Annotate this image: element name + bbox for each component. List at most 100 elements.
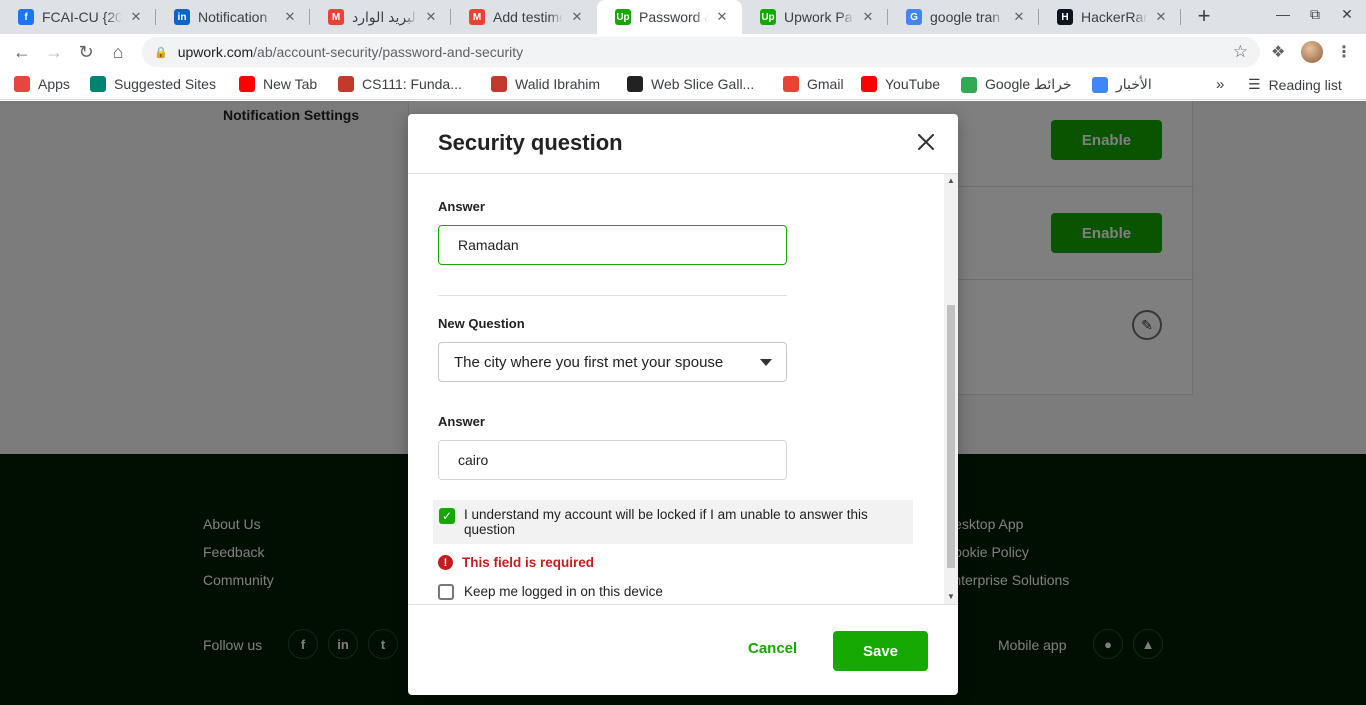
browser-tab[interactable]: Up Password & ✕ bbox=[597, 0, 742, 34]
new-question-select[interactable]: The city where you first met your spouse bbox=[438, 342, 787, 382]
browser-tab-title: Add testimo bbox=[493, 9, 563, 25]
upwork-icon: Up bbox=[760, 9, 776, 25]
youtube-icon bbox=[861, 76, 877, 92]
close-window-button[interactable]: ✕ bbox=[1332, 6, 1362, 23]
modal-body: Answer Ramadan New Question The city whe… bbox=[408, 174, 958, 604]
browser-tab[interactable]: Up Upwork Pay ✕ bbox=[742, 0, 888, 34]
reading-list-button[interactable]: ☰ Reading list bbox=[1248, 76, 1342, 93]
url-host: upwork.com bbox=[177, 44, 254, 60]
scrollbar-thumb[interactable] bbox=[947, 305, 955, 568]
new-question-label: New Question bbox=[438, 316, 525, 331]
bookmark-label: Google خرائط bbox=[985, 76, 1072, 92]
minimize-window-button[interactable]: — bbox=[1268, 6, 1298, 22]
back-arrow-icon[interactable]: ← bbox=[10, 40, 34, 64]
modal-footer: Cancel Save bbox=[408, 604, 958, 695]
keep-logged-in-text: Keep me logged in on this device bbox=[464, 584, 663, 599]
close-tab-icon[interactable]: ✕ bbox=[860, 9, 876, 25]
reload-icon[interactable]: ↻ bbox=[74, 40, 98, 64]
bookmark-label: Apps bbox=[38, 76, 70, 92]
gmail-icon bbox=[783, 76, 799, 92]
more-menu-icon[interactable]: ⋮ bbox=[1336, 42, 1352, 62]
restore-window-button[interactable]: ⧉ bbox=[1300, 6, 1330, 23]
bookmark-label: CS111: Funda... bbox=[362, 76, 462, 92]
bookmark-item[interactable]: CS111: Funda... bbox=[338, 76, 462, 92]
close-tab-icon[interactable]: ✕ bbox=[569, 9, 585, 25]
profile-avatar[interactable] bbox=[1301, 41, 1323, 63]
extensions-puzzle-icon[interactable]: ❖ bbox=[1271, 42, 1285, 62]
bookmarks-overflow-chevron-icon[interactable]: » bbox=[1216, 76, 1224, 93]
linkedin-icon: in bbox=[174, 9, 190, 25]
bookmark-label: Gmail bbox=[807, 76, 844, 92]
maps-pin-icon bbox=[961, 76, 977, 93]
close-tab-icon[interactable]: ✕ bbox=[1011, 9, 1027, 25]
address-bar[interactable]: 🔒 upwork.com/ab/account-security/passwor… bbox=[142, 37, 1260, 67]
facebook-icon: f bbox=[18, 9, 34, 25]
browser-tab[interactable]: Ggoogle tran ✕ bbox=[888, 0, 1039, 34]
acknowledge-checkbox[interactable]: ✓ bbox=[439, 508, 455, 524]
google-icon: G bbox=[906, 9, 922, 25]
bookmark-label: Web Slice Gall... bbox=[651, 76, 755, 92]
forward-arrow-icon[interactable]: → bbox=[42, 40, 66, 64]
scroll-up-arrow-icon[interactable]: ▲ bbox=[944, 174, 958, 188]
bookmark-label: Suggested Sites bbox=[114, 76, 216, 92]
browser-tab-title: Notification bbox=[198, 9, 268, 25]
gmail-icon: M bbox=[328, 9, 344, 25]
browser-tab[interactable]: M البريد الوارد ✕ bbox=[310, 0, 451, 34]
lock-icon: 🔒 bbox=[154, 46, 168, 59]
bookmark-item[interactable]: Apps bbox=[14, 76, 70, 92]
bookmark-item[interactable]: YouTube bbox=[861, 76, 940, 92]
gmail-icon: M bbox=[469, 9, 485, 25]
browser-tab-title: Password & bbox=[639, 9, 708, 25]
current-answer-field[interactable]: Ramadan bbox=[438, 225, 787, 265]
new-tab-button[interactable]: + bbox=[1192, 5, 1216, 29]
new-answer-field[interactable]: cairo bbox=[438, 440, 787, 480]
new-question-selected-value: The city where you first met your spouse bbox=[454, 353, 724, 371]
close-tab-icon[interactable]: ✕ bbox=[282, 9, 298, 25]
modal-scrollbar[interactable]: ▲ ▼ bbox=[944, 174, 958, 604]
browser-tab[interactable]: f FCAI-CU {20 ✕ bbox=[0, 0, 156, 34]
modal-title: Security question bbox=[438, 130, 623, 155]
bookmark-item[interactable]: الأخبار bbox=[1092, 76, 1152, 93]
bookmark-item[interactable]: New Tab bbox=[239, 76, 317, 92]
bookmark-item[interactable]: Google خرائط bbox=[961, 76, 1072, 93]
acknowledge-text: I understand my account will be locked i… bbox=[464, 507, 868, 537]
keep-logged-in-checkbox[interactable] bbox=[438, 584, 454, 600]
browser-tab-strip: f FCAI-CU {20 ✕ in Notification ✕ M البريد الوا… bbox=[0, 0, 1366, 34]
save-button[interactable]: Save bbox=[833, 631, 928, 671]
cs-icon bbox=[338, 76, 354, 92]
bookmark-item[interactable]: Suggested Sites bbox=[90, 76, 216, 92]
browser-tab[interactable]: M Add testimo ✕ bbox=[451, 0, 597, 34]
bookmark-star-icon[interactable]: ☆ bbox=[1233, 42, 1248, 62]
close-tab-icon[interactable]: ✕ bbox=[714, 9, 730, 25]
bookmark-item[interactable]: Web Slice Gall... bbox=[627, 76, 754, 92]
cs-icon bbox=[491, 76, 507, 92]
bookmark-item[interactable]: Walid Ibrahim bbox=[491, 76, 600, 92]
web-slice-icon bbox=[627, 76, 643, 92]
browser-toolbar: ← → ↻ ⌂ 🔒 upwork.com/ab/account-security… bbox=[0, 34, 1366, 70]
reading-list-icon: ☰ bbox=[1248, 76, 1261, 92]
bookmark-label: New Tab bbox=[263, 76, 318, 92]
apps-grid-icon bbox=[14, 76, 30, 92]
browser-tab-title: البريد الوارد bbox=[352, 8, 417, 25]
hackerrank-icon: H bbox=[1057, 9, 1073, 25]
home-icon[interactable]: ⌂ bbox=[106, 40, 130, 64]
error-icon: ! bbox=[438, 555, 453, 570]
close-icon[interactable] bbox=[912, 128, 940, 156]
close-tab-icon[interactable]: ✕ bbox=[1153, 9, 1169, 25]
error-text: This field is required bbox=[462, 555, 595, 570]
bookmarks-bar: Apps Suggested Sites New Tab CS111: Funda..… bbox=[0, 70, 1366, 100]
bookmark-item[interactable]: Gmail bbox=[783, 76, 844, 92]
scroll-down-arrow-icon[interactable]: ▼ bbox=[944, 590, 958, 604]
bookmark-label: YouTube bbox=[885, 76, 941, 92]
close-tab-icon[interactable]: ✕ bbox=[423, 9, 439, 25]
cancel-button[interactable]: Cancel bbox=[748, 640, 797, 657]
security-question-modal: Security question Answer Ramadan New Que… bbox=[408, 114, 958, 695]
bookmark-label: الأخبار bbox=[1116, 76, 1152, 92]
browser-tab[interactable]: H HackerRank ✕ bbox=[1039, 0, 1181, 34]
answer-label: Answer bbox=[438, 199, 485, 214]
browser-tab-title: FCAI-CU {20 bbox=[42, 9, 122, 25]
section-divider bbox=[438, 295, 787, 296]
close-tab-icon[interactable]: ✕ bbox=[128, 9, 144, 25]
browser-tab[interactable]: in Notification ✕ bbox=[156, 0, 310, 34]
browser-tab-title: Upwork Pay bbox=[784, 9, 854, 25]
